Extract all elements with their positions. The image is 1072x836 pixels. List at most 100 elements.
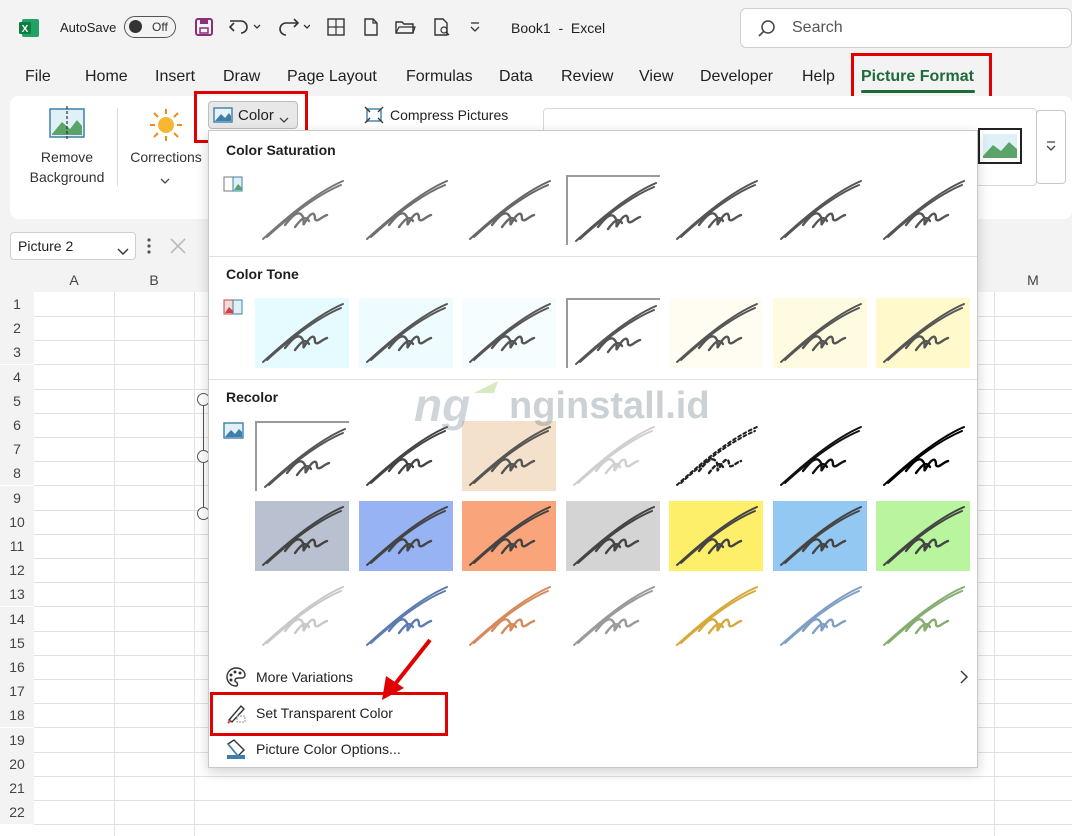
tab-formulas[interactable]: Formulas (406, 68, 473, 86)
color-tone-swatch[interactable] (462, 298, 556, 368)
borders-icon[interactable] (326, 17, 346, 42)
recolor-swatch[interactable] (772, 581, 867, 651)
saturation-swatch[interactable] (565, 175, 662, 247)
recolor-swatch[interactable] (876, 421, 970, 491)
more-variations-label: More Variations (256, 669, 354, 685)
recolor-swatch[interactable] (462, 581, 556, 651)
color-tone-icon (223, 299, 245, 322)
open-folder-icon[interactable] (394, 17, 416, 42)
row-header[interactable]: 14 (0, 606, 34, 631)
row-header[interactable]: 3 (0, 340, 34, 365)
tab-file[interactable]: File (25, 68, 51, 86)
color-tone-swatch[interactable] (669, 298, 763, 368)
recolor-swatch[interactable] (255, 421, 351, 493)
recolor-swatch[interactable] (876, 501, 970, 571)
svg-text:ng: ng (414, 379, 470, 431)
compress-icon (364, 106, 384, 129)
row-header[interactable]: 17 (0, 679, 34, 704)
saturation-swatch[interactable] (669, 175, 763, 245)
tab-help[interactable]: Help (802, 68, 835, 86)
recolor-swatch[interactable] (255, 581, 349, 651)
row-header[interactable]: 6 (0, 413, 34, 437)
recolor-swatch[interactable] (772, 501, 867, 571)
recolor-swatch[interactable] (462, 501, 556, 571)
search-box[interactable]: Search (740, 8, 1072, 48)
cancel-entry-icon[interactable] (168, 236, 188, 261)
column-header-b[interactable]: B (114, 268, 194, 292)
recolor-swatch[interactable] (358, 501, 453, 571)
color-tone-swatch[interactable] (876, 298, 970, 368)
row-header[interactable]: 16 (0, 655, 34, 679)
undo-icon[interactable] (228, 16, 262, 43)
row-header[interactable]: 11 (0, 534, 34, 558)
print-preview-icon[interactable] (432, 17, 452, 42)
row-header[interactable]: 18 (0, 703, 34, 728)
saturation-swatch[interactable] (876, 175, 970, 245)
gridline (194, 292, 195, 836)
remove-background-button[interactable]: Remove Background (24, 104, 110, 190)
column-header-m[interactable]: M (994, 268, 1072, 292)
gallery-more-button[interactable] (1036, 110, 1066, 184)
red-arrow-annotation (376, 636, 436, 707)
row-header[interactable]: 9 (0, 485, 34, 510)
new-file-icon[interactable] (362, 17, 380, 42)
column-header-a[interactable]: A (34, 268, 114, 292)
row-header[interactable]: 21 (0, 776, 34, 800)
select-all-corner[interactable] (0, 268, 34, 292)
gridline (114, 292, 115, 836)
recolor-swatch[interactable] (876, 581, 970, 651)
recolor-swatch[interactable] (772, 421, 867, 491)
separator (209, 256, 977, 257)
recolor-swatch[interactable] (565, 581, 660, 651)
tab-home[interactable]: Home (85, 68, 128, 86)
more-variations-item[interactable]: More Variations (217, 663, 971, 691)
color-tone-swatch[interactable] (772, 298, 867, 368)
row-header[interactable]: 7 (0, 437, 34, 462)
row-header[interactable]: 12 (0, 558, 34, 583)
recolor-swatch[interactable] (669, 581, 763, 651)
picture-color-options-label: Picture Color Options... (256, 741, 401, 757)
row-header[interactable]: 5 (0, 388, 34, 413)
saturation-swatch[interactable] (358, 175, 453, 245)
color-tone-swatch[interactable] (255, 298, 349, 368)
row-header[interactable]: 13 (0, 582, 34, 607)
saturation-swatch[interactable] (255, 175, 349, 245)
compress-pictures-button[interactable]: Compress Pictures (364, 105, 524, 127)
tab-data[interactable]: Data (499, 68, 533, 86)
tab-developer[interactable]: Developer (700, 68, 773, 86)
recolor-swatch[interactable] (565, 501, 660, 571)
watermark-text: nginstall.id (509, 385, 710, 427)
tab-draw[interactable]: Draw (223, 68, 260, 86)
row-header[interactable]: 22 (0, 800, 34, 825)
tab-insert[interactable]: Insert (155, 68, 195, 86)
row-header[interactable]: 8 (0, 461, 34, 486)
row-header[interactable]: 20 (0, 751, 34, 776)
tab-page-layout[interactable]: Page Layout (287, 68, 377, 86)
row-header[interactable]: 2 (0, 316, 34, 341)
color-tone-swatch[interactable] (358, 298, 453, 368)
corrections-label: Corrections (130, 149, 202, 165)
tab-view[interactable]: View (639, 68, 673, 86)
formula-bar-options-icon[interactable] (146, 237, 152, 260)
name-box-value: Picture 2 (18, 238, 74, 254)
name-box[interactable]: Picture 2 (10, 232, 136, 260)
row-header[interactable]: 4 (0, 364, 34, 389)
search-placeholder: Search (792, 19, 843, 36)
color-tone-swatch[interactable] (565, 298, 662, 370)
recolor-swatch[interactable] (255, 501, 349, 571)
redo-icon[interactable] (276, 16, 311, 43)
row-header[interactable]: 10 (0, 509, 34, 534)
saturation-swatch[interactable] (462, 175, 556, 245)
picture-color-options-icon (225, 738, 247, 765)
saturation-swatch[interactable] (772, 175, 867, 245)
picture-style-thumbnail[interactable] (978, 128, 1022, 164)
customize-toolbar-icon[interactable] (468, 20, 482, 39)
tab-review[interactable]: Review (561, 68, 613, 86)
picture-color-options-item[interactable]: Picture Color Options... (217, 735, 971, 763)
row-header[interactable]: 19 (0, 727, 34, 752)
recolor-swatch[interactable] (669, 501, 763, 571)
autosave-toggle[interactable]: Off (124, 16, 176, 38)
save-icon[interactable] (194, 17, 214, 42)
row-header[interactable]: 15 (0, 630, 34, 655)
row-header[interactable]: 1 (0, 292, 34, 316)
